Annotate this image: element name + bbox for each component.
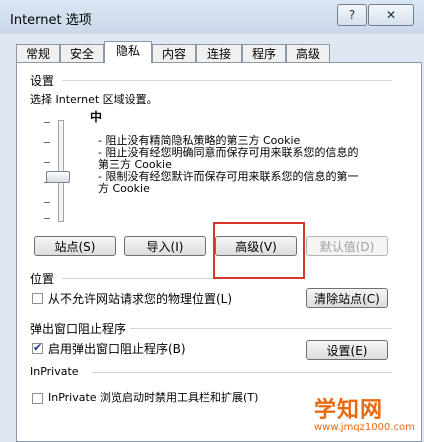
clear-sites-button[interactable]: 清除站点(C) [306,288,388,308]
default-button[interactable]: 默认值(D) [306,236,388,256]
advanced-button[interactable]: 高级(V) [215,236,297,256]
settings-group-title: 设置 [30,74,55,88]
slider-tick [44,122,50,123]
privacy-rule-2: - 阻止没有经您明确同意而保存可用来联系您的信息的第三方 Cookie [98,146,359,171]
tab-connections[interactable]: 连接 [196,44,242,62]
location-divider [62,278,212,279]
sites-button[interactable]: 站点(S) [34,236,116,256]
title-bar: Internet 选项 ? ✕ [0,0,424,34]
import-button[interactable]: 导入(I) [124,236,206,256]
slider-tick [44,162,50,163]
watermark-url: www.jmqz1000.com [314,422,415,433]
inprivate-divider [92,372,392,373]
tab-programs[interactable]: 程序 [242,44,286,62]
popup-group-title: 弹出窗口阻止程序 [30,322,127,336]
tab-content[interactable]: 内容 [152,44,196,62]
tab-general[interactable]: 常规 [16,44,60,62]
inprivate-checkbox[interactable] [32,393,43,404]
inprivate-checkbox-label: InPrivate 浏览启动时禁用工具栏和扩展(T) [48,391,259,404]
privacy-rule-3: - 限制没有经您默许而保存可用来联系您的信息的第一方 Cookie [98,170,359,195]
site-watermark: 学知网 www.jmqz1000.com [314,392,415,433]
popup-checkbox-label: 启用弹出窗口阻止程序(B) [48,342,186,356]
slider-tick [44,202,50,203]
tab-advanced[interactable]: 高级 [286,44,330,62]
tab-security[interactable]: 安全 [60,44,104,62]
close-button[interactable]: ✕ [368,4,414,26]
zone-instruction: 选择 Internet 区域设置。 [30,93,158,106]
privacy-level-label: 中 [90,110,103,124]
popup-blocker-checkbox[interactable]: ✔ [32,341,43,354]
checkmark-icon: ✔ [33,341,43,354]
slider-tick [44,142,50,143]
location-checkbox-label: 从不允许网站请求您的物理位置(L) [48,292,233,306]
watermark-title: 学知网 [314,398,384,423]
privacy-slider-thumb[interactable] [46,171,70,183]
help-button[interactable]: ? [337,4,367,26]
inprivate-group-title: InPrivate [30,365,79,378]
popup-settings-button[interactable]: 设置(E) [306,340,388,360]
popup-divider [130,328,392,329]
location-group-title: 位置 [30,272,55,286]
location-checkbox[interactable] [32,293,43,304]
tab-privacy[interactable]: 隐私 [104,41,152,63]
settings-divider [62,80,392,81]
slider-tick [44,218,50,219]
window-title: Internet 选项 [10,13,92,28]
